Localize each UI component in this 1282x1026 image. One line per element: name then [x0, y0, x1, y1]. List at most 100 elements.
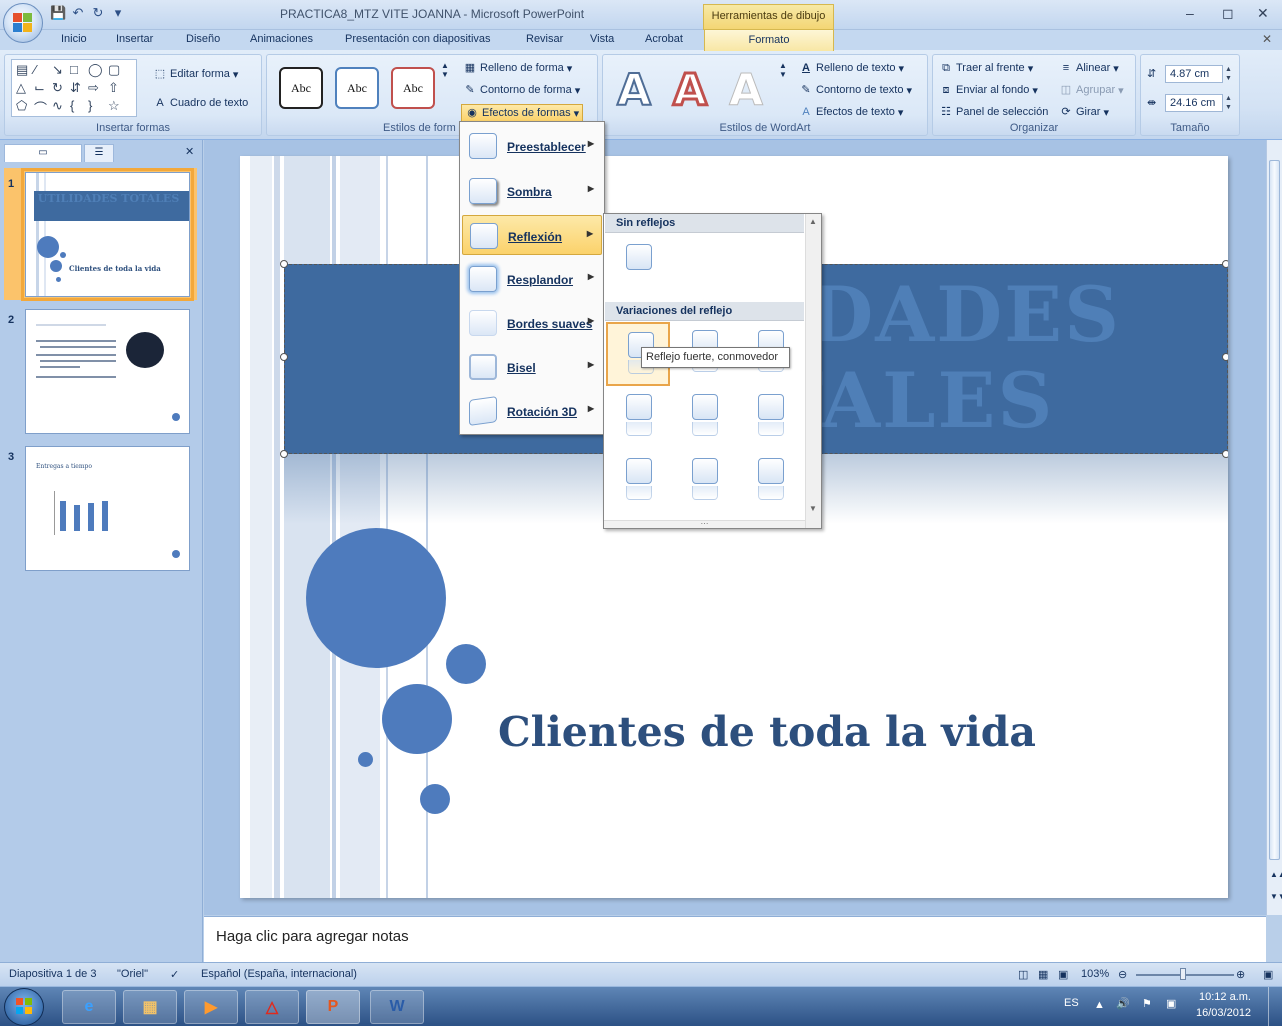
textbox-shape-icon[interactable]: ▤ — [16, 62, 28, 78]
text-box-button[interactable]: A Cuadro de texto — [153, 96, 248, 110]
slide-thumbnail-2[interactable] — [25, 309, 190, 434]
reflection-none-option[interactable] — [606, 236, 670, 300]
zoom-out-icon[interactable]: ⊖ — [1118, 968, 1127, 981]
close-panel-icon[interactable]: ✕ — [185, 145, 194, 158]
brace-right-shape-icon[interactable]: } — [88, 98, 92, 113]
selection-pane-button[interactable]: ☷ Panel de selección — [939, 105, 1048, 119]
tab-presentacion[interactable]: Presentación con diapositivas — [345, 33, 491, 45]
text-outline-button[interactable]: ✎ Contorno de texto ▾ — [799, 83, 912, 97]
shape-height-input[interactable] — [1165, 65, 1223, 83]
taskbar-ie-icon[interactable]: e — [62, 990, 116, 1024]
tab-animaciones[interactable]: Animaciones — [250, 33, 313, 45]
shape-fill-button[interactable]: ▦ Relleno de forma ▾ — [463, 61, 573, 75]
resize-handle-br[interactable] — [1222, 450, 1228, 458]
menu-item-soft-edges[interactable]: Bordes suaves ▶ — [462, 303, 602, 343]
minimize-icon[interactable]: – — [1186, 5, 1194, 21]
tab-revisar[interactable]: Revisar — [526, 33, 563, 45]
slide-thumbnail-1[interactable]: UTILIDADES TOTALES Clientes de toda la v… — [21, 168, 194, 301]
prev-slide-icon[interactable]: ▲▲ — [1270, 870, 1282, 879]
redo-icon[interactable]: ↻ — [90, 5, 106, 21]
taskbar-explorer-icon[interactable]: ▦ — [123, 990, 177, 1024]
pentagon-shape-icon[interactable]: ⬠ — [16, 98, 27, 114]
help-icon[interactable]: ✕ — [1262, 32, 1272, 46]
wordart-style-light[interactable]: A — [728, 65, 763, 117]
clock-date[interactable]: 16/03/2012 — [1196, 1007, 1251, 1019]
wordart-gallery-scroll-icon[interactable]: ▲ ▼ — [779, 61, 787, 79]
elbow-shape-icon[interactable]: ⌙ — [34, 80, 45, 96]
taskbar-powerpoint-icon[interactable]: P — [306, 990, 360, 1024]
tab-slides[interactable]: ▭ — [4, 144, 82, 162]
normal-view-icon[interactable]: ◫ — [1018, 968, 1028, 981]
gallery-scrollbar[interactable]: ▲ ▼ — [805, 214, 821, 528]
freeform-shape-icon[interactable]: ∿ — [52, 98, 63, 114]
menu-item-bevel[interactable]: Bisel ▶ — [462, 347, 602, 387]
sorter-view-icon[interactable]: ▦ — [1038, 968, 1048, 981]
text-fill-button[interactable]: A Relleno de texto ▾ — [799, 61, 904, 75]
rectangle-shape-icon[interactable]: □ — [70, 62, 78, 77]
resize-handle-mr[interactable] — [1222, 353, 1228, 361]
scroll-thumb[interactable] — [1269, 160, 1280, 860]
resize-handle-ml[interactable] — [280, 353, 288, 361]
align-button[interactable]: ≡ Alinear ▾ — [1059, 61, 1119, 75]
tab-insertar[interactable]: Insertar — [116, 33, 153, 45]
shape-style-swatch-dark[interactable]: Abc — [279, 67, 323, 109]
slide-subtitle[interactable]: Clientes de toda la vida — [498, 708, 1036, 756]
resize-grip[interactable]: ⋯ — [604, 520, 805, 528]
zoom-level[interactable]: 103% — [1081, 968, 1109, 980]
show-desktop-button[interactable] — [1268, 987, 1282, 1026]
rotate-button[interactable]: ⟳ Girar ▾ — [1059, 105, 1109, 119]
tab-inicio[interactable]: Inicio — [61, 33, 87, 45]
volume-icon[interactable]: 🔊 — [1116, 997, 1130, 1010]
vertical-scrollbar[interactable]: ▲▲ ▼▼ — [1266, 140, 1282, 915]
scroll-up-icon[interactable]: ▲ — [809, 217, 817, 226]
input-language[interactable]: ES — [1064, 997, 1079, 1009]
menu-item-reflection[interactable]: Reflexión ▶ — [462, 215, 602, 255]
taskbar-word-icon[interactable]: W — [370, 990, 424, 1024]
spellcheck-icon[interactable]: ✓ — [170, 968, 179, 981]
shapes-gallery[interactable]: ▤ ∕ ↘ □ ◯ ▢ △ ⌙ ↻ ⇵ ⇨ ⇧ ⬠ ⌒ ∿ { } ☆ — [11, 59, 137, 117]
taskbar-acrobat-icon[interactable]: △ — [245, 990, 299, 1024]
notes-pane[interactable]: Haga clic para agregar notas — [204, 916, 1266, 962]
maximize-icon[interactable]: ◻ — [1222, 5, 1234, 22]
reflection-variation-5[interactable] — [672, 386, 736, 450]
edit-shape-button[interactable]: ⬚ Editar forma ▾ — [153, 67, 239, 81]
text-effects-button[interactable]: A Efectos de texto ▾ — [799, 105, 903, 119]
slideshow-view-icon[interactable]: ▣ — [1058, 968, 1068, 981]
save-icon[interactable]: 💾 — [50, 5, 66, 21]
tab-acrobat[interactable]: Acrobat — [645, 33, 683, 45]
tab-diseno[interactable]: Diseño — [186, 33, 220, 45]
reflection-variation-7[interactable] — [606, 450, 670, 514]
tab-outline[interactable]: ☰ — [84, 144, 114, 162]
office-button[interactable] — [3, 3, 43, 43]
line-shape-icon[interactable]: ∕ — [34, 62, 36, 77]
shape-width-input[interactable] — [1165, 94, 1223, 112]
width-spinner[interactable]: ▲ ▼ — [1225, 94, 1235, 112]
tab-formato[interactable]: Formato — [704, 29, 834, 51]
reflection-variation-6[interactable] — [738, 386, 802, 450]
zoom-slider-thumb[interactable] — [1180, 968, 1186, 980]
undo-icon[interactable]: ↶ — [70, 5, 86, 21]
oval-shape-icon[interactable]: ◯ — [88, 62, 103, 78]
send-to-back-button[interactable]: ⧈ Enviar al fondo ▾ — [939, 83, 1038, 97]
menu-item-shadow[interactable]: Sombra ▶ — [462, 171, 602, 211]
arrow-up-shape-icon[interactable]: ⇧ — [108, 80, 119, 96]
wordart-style-red[interactable]: A — [671, 64, 708, 118]
brace-shape-icon[interactable]: { — [70, 98, 74, 113]
language[interactable]: Español (España, internacional) — [201, 968, 357, 980]
group-button[interactable]: ◫ Agrupar ▾ — [1059, 83, 1124, 97]
arrow-shape-icon[interactable]: ↘ — [52, 62, 63, 78]
reflection-variation-4[interactable] — [606, 386, 670, 450]
taskbar-media-icon[interactable]: ▶ — [184, 990, 238, 1024]
clock-time[interactable]: 10:12 a.m. — [1199, 991, 1251, 1003]
height-spinner[interactable]: ▲ ▼ — [1225, 65, 1235, 83]
tray-expand-icon[interactable]: ▲ — [1094, 999, 1105, 1011]
rounded-rect-shape-icon[interactable]: ▢ — [108, 62, 120, 78]
zoom-in-icon[interactable]: ⊕ — [1236, 968, 1245, 981]
curve-shape-icon[interactable]: ⌒ — [34, 98, 47, 117]
slide-thumbnail-3[interactable]: Entregas a tiempo — [25, 446, 190, 571]
shape-style-swatch-blue[interactable]: Abc — [335, 67, 379, 109]
bring-to-front-button[interactable]: ⧉ Traer al frente ▾ — [939, 61, 1033, 75]
resize-handle-tr[interactable] — [1222, 260, 1228, 268]
fit-window-icon[interactable]: ▣ — [1263, 968, 1273, 981]
menu-item-3d-rotation[interactable]: Rotación 3D ▶ — [462, 391, 602, 431]
